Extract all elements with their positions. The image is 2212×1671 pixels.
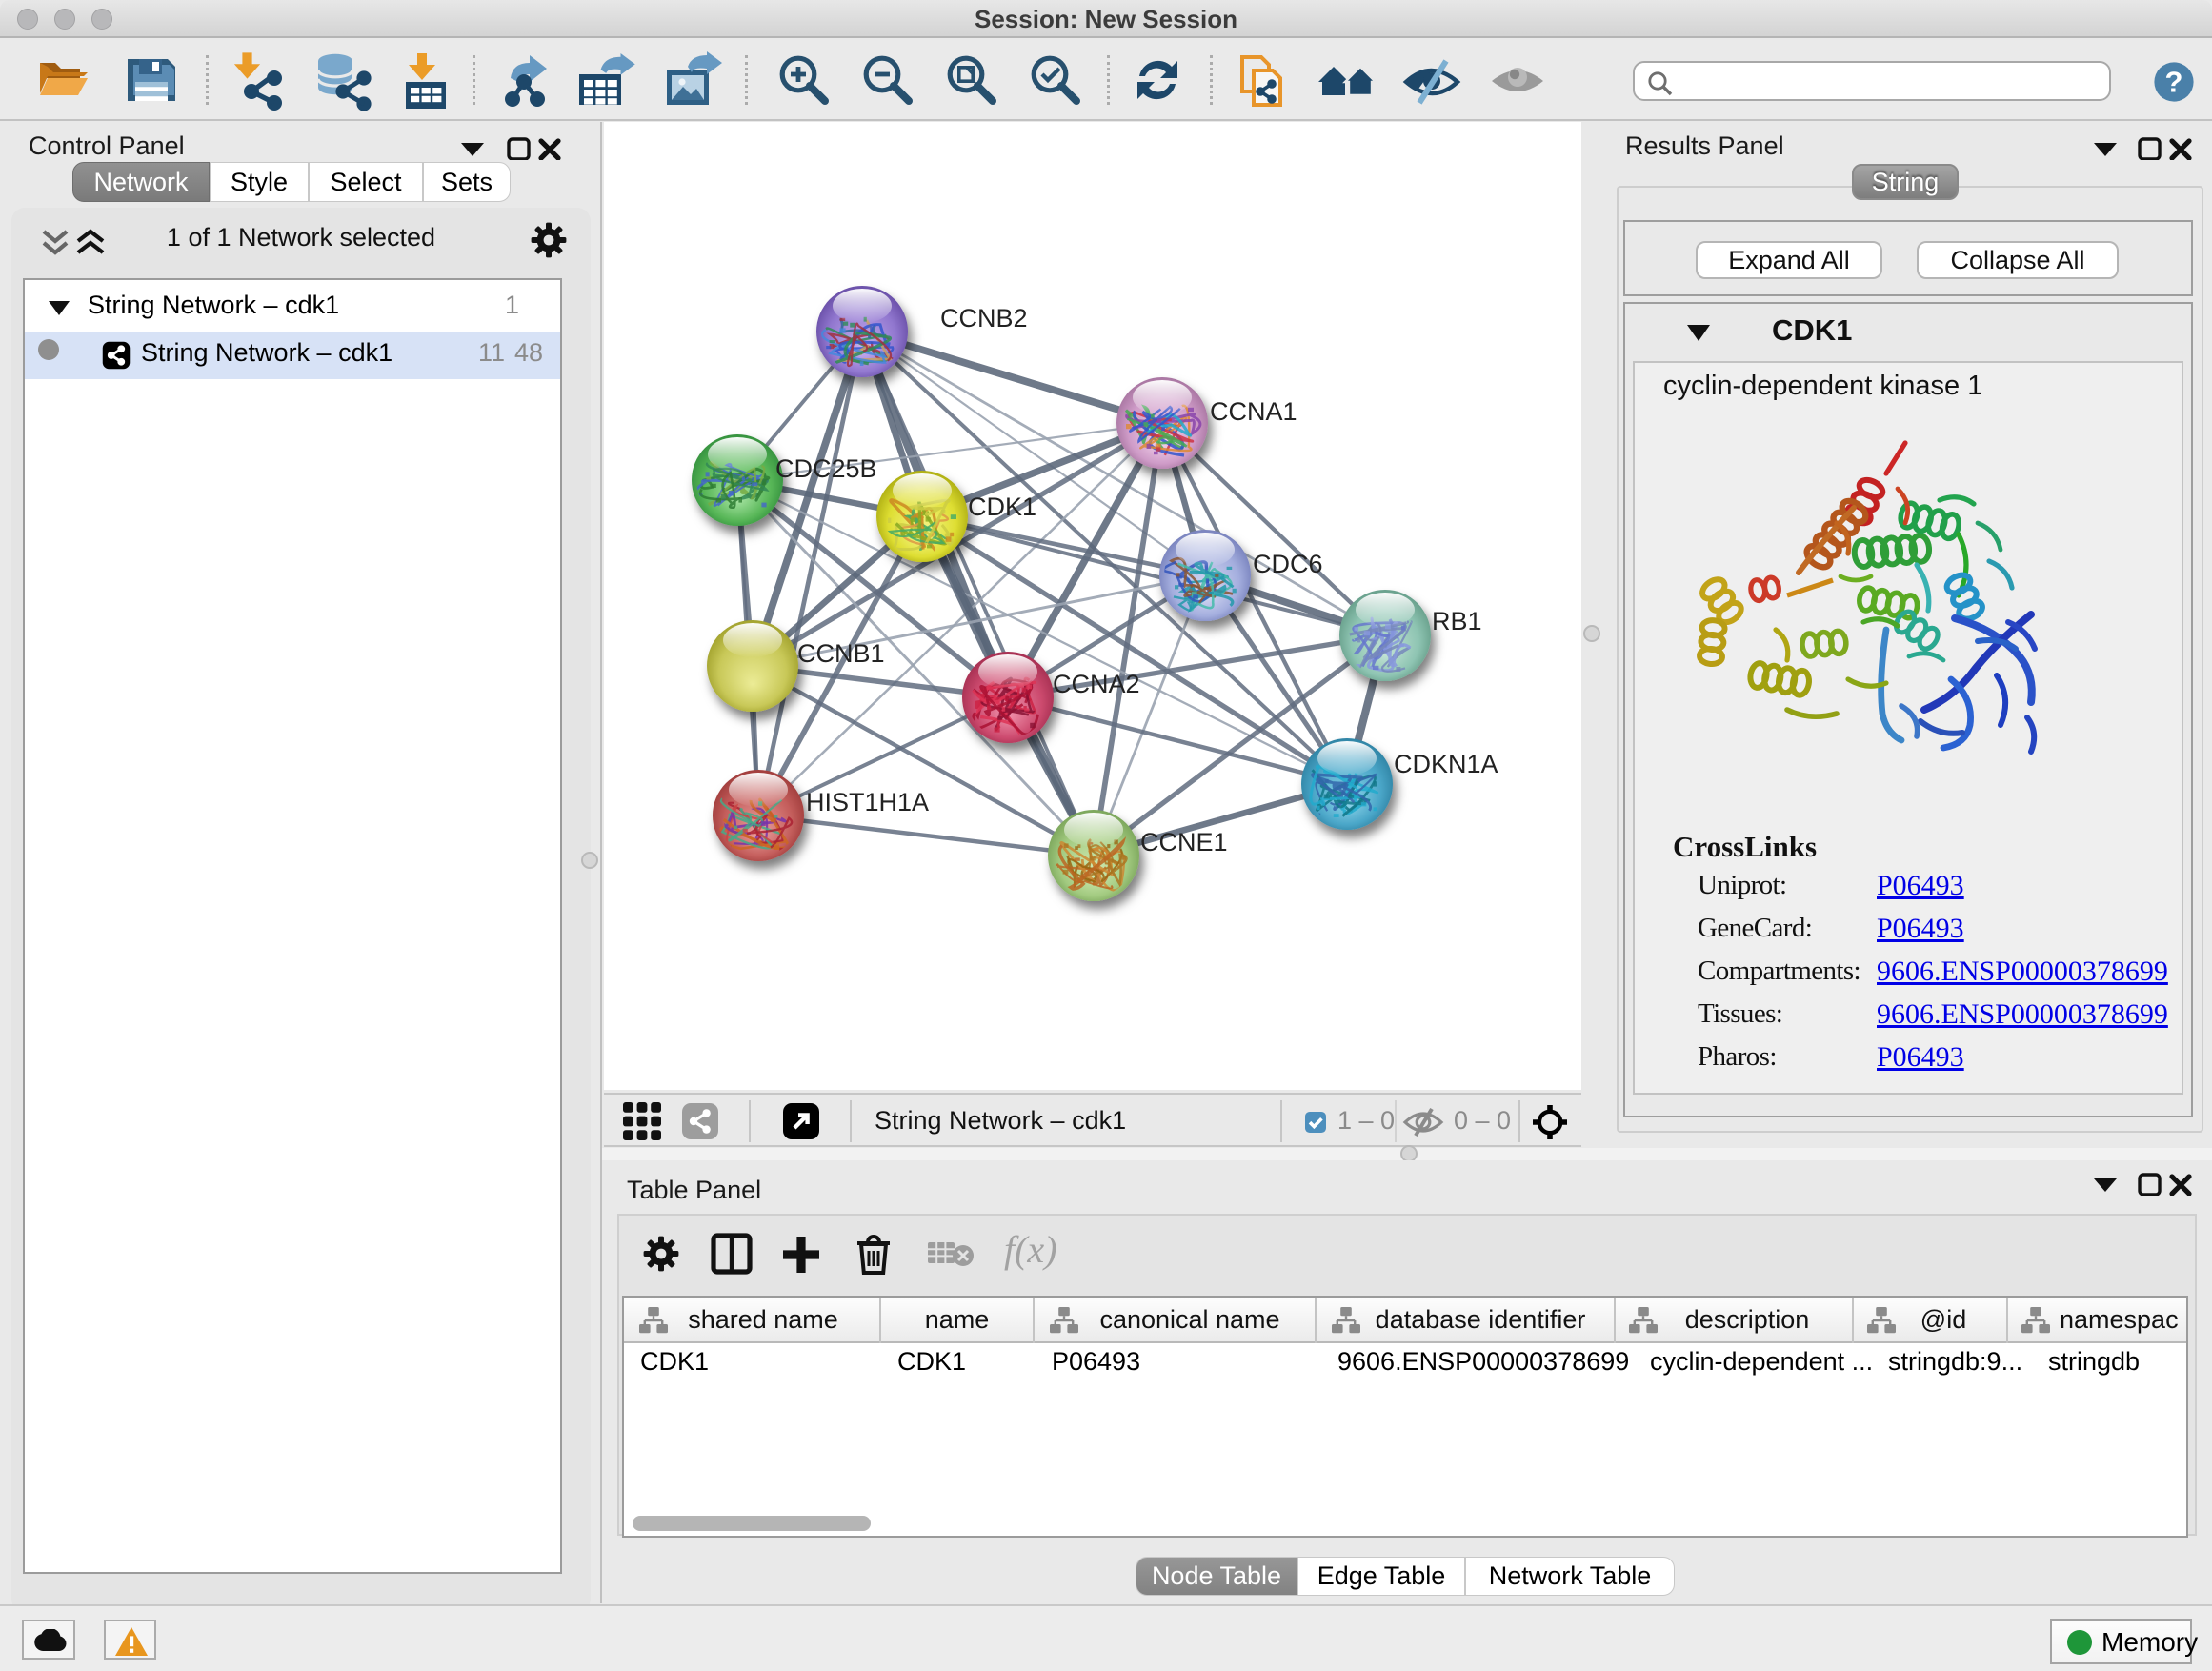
- svg-text:CCNB1: CCNB1: [797, 639, 885, 668]
- svg-text:?: ?: [2165, 65, 2183, 98]
- svg-text:CCNB2: CCNB2: [940, 304, 1028, 332]
- svg-text:CCNA2: CCNA2: [1053, 670, 1140, 698]
- svg-text:CCNE1: CCNE1: [1140, 828, 1228, 856]
- svg-text:CDKN1A: CDKN1A: [1394, 750, 1498, 778]
- svg-text:CDC6: CDC6: [1253, 550, 1323, 578]
- svg-text:CDK1: CDK1: [968, 493, 1036, 521]
- svg-text:CDC25B: CDC25B: [775, 454, 877, 483]
- svg-text:CCNA1: CCNA1: [1210, 397, 1297, 426]
- svg-text:RB1: RB1: [1432, 607, 1482, 635]
- svg-text:HIST1H1A: HIST1H1A: [806, 788, 929, 816]
